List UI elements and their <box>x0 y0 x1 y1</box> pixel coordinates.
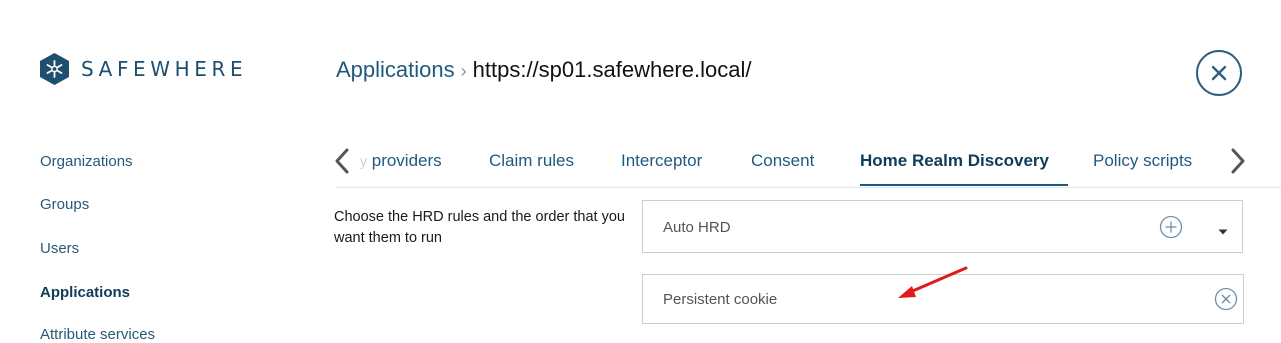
tab-home-realm-discovery[interactable]: Home Realm Discovery <box>860 151 1049 171</box>
breadcrumb: Applications › https://sp01.safewhere.lo… <box>336 57 751 83</box>
tab-claim-rules[interactable]: Claim rules <box>489 151 574 171</box>
tab-identity-providers-ghost: y <box>360 153 367 169</box>
plus-circle-icon <box>1159 215 1183 239</box>
sidebar-item-applications[interactable]: Applications <box>40 284 130 301</box>
hrd-rule-select[interactable]: Auto HRD <box>642 200 1243 253</box>
remove-rule-button[interactable] <box>1214 287 1238 316</box>
breadcrumb-applications-link[interactable]: Applications <box>336 57 455 83</box>
sidebar-item-attribute-services[interactable]: Attribute services <box>40 326 155 343</box>
red-arrow-annotation-icon <box>898 266 968 298</box>
tabs-prev-button[interactable] <box>334 148 350 179</box>
sidebar-item-users[interactable]: Users <box>40 240 79 257</box>
tab-policy-scripts[interactable]: Policy scripts <box>1093 151 1192 171</box>
tab-identity-providers-label: providers <box>371 151 442 170</box>
hrd-rule-item-label: Persistent cookie <box>663 291 778 308</box>
tab-consent[interactable]: Consent <box>751 151 814 171</box>
red-arrow-annotation <box>890 264 974 309</box>
breadcrumb-separator: › <box>460 61 467 81</box>
tab-bar: y providers Claim rules Interceptor Cons… <box>330 140 1250 187</box>
add-rule-button[interactable] <box>1159 215 1183 244</box>
hrd-rule-select-value: Auto HRD <box>663 219 731 236</box>
dropdown-toggle[interactable] <box>1217 223 1229 241</box>
chevron-left-icon <box>335 148 349 174</box>
page-title: https://sp01.safewhere.local/ <box>472 57 752 82</box>
close-icon <box>1211 65 1227 81</box>
safewhere-hexagon-logo-icon <box>40 53 69 85</box>
x-circle-icon <box>1214 287 1238 311</box>
caret-down-icon <box>1218 229 1228 235</box>
tab-identity-providers[interactable]: y providers <box>360 151 442 171</box>
tabs-next-button[interactable] <box>1230 148 1246 179</box>
brand-name: SAFEWHERE <box>81 57 248 81</box>
tab-interceptor[interactable]: Interceptor <box>621 151 702 171</box>
close-button[interactable] <box>1196 50 1242 96</box>
tabs-divider <box>335 187 1281 188</box>
hrd-rules-label: Choose the HRD rules and the order that … <box>334 209 625 246</box>
chevron-right-icon <box>1231 148 1245 174</box>
active-tab-indicator <box>860 184 1068 186</box>
sidebar-item-groups[interactable]: Groups <box>40 196 89 213</box>
brand-logo: SAFEWHERE <box>40 53 247 85</box>
sidebar-item-organizations[interactable]: Organizations <box>40 153 133 170</box>
